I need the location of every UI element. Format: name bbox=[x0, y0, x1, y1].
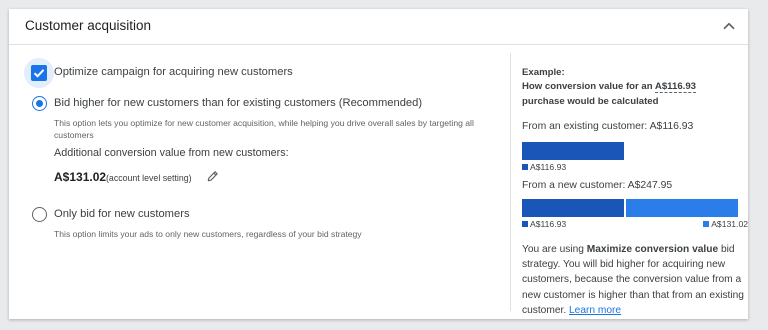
new-customer-base-bar bbox=[522, 199, 624, 217]
new-legend-extra-value: A$131.02 bbox=[711, 219, 748, 229]
legend-swatch-dark bbox=[522, 164, 528, 170]
learn-more-link[interactable]: Learn more bbox=[569, 305, 621, 316]
example-panel: Example: How conversion value for an A$1… bbox=[522, 45, 748, 319]
strategy-summary: You are using Maximize conversion value … bbox=[522, 242, 744, 318]
section-title: Customer acquisition bbox=[25, 18, 152, 33]
panel-divider bbox=[510, 53, 511, 311]
new-customer-label: From a new customer: A$247.95 bbox=[522, 180, 673, 191]
additional-value-label: Additional conversion value from new cus… bbox=[54, 147, 289, 159]
summary-strategy: Maximize conversion value bbox=[586, 244, 719, 255]
example-title: Example: bbox=[522, 67, 565, 78]
bid-higher-label[interactable]: Bid higher for new customers than for ex… bbox=[54, 97, 422, 109]
only-new-customers-description: This option limits your ads to only new … bbox=[54, 229, 362, 239]
summary-prefix: You are using bbox=[522, 244, 587, 255]
options-panel: Optimize campaign for acquiring new cust… bbox=[9, 45, 509, 319]
additional-value-amount: A$131.02 bbox=[54, 170, 107, 184]
example-amount: A$116.93 bbox=[654, 81, 696, 93]
example-line-1-prefix: How conversion value for an bbox=[522, 81, 655, 92]
chevron-up-icon[interactable] bbox=[720, 17, 738, 35]
new-legend-base-value: A$116.93 bbox=[530, 219, 567, 229]
optimize-new-customers-label[interactable]: Optimize campaign for acquiring new cust… bbox=[54, 66, 293, 78]
existing-legend: A$116.93 bbox=[522, 162, 566, 172]
bid-higher-description: This option lets you optimize for new cu… bbox=[54, 118, 474, 140]
existing-customer-label: From an existing customer: A$116.93 bbox=[522, 121, 694, 132]
only-new-customers-label[interactable]: Only bid for new customers bbox=[54, 208, 190, 220]
optimize-new-customers-checkbox[interactable] bbox=[31, 65, 47, 81]
example-line-1: How conversion value for an A$116.93 bbox=[522, 81, 696, 93]
legend-swatch-light bbox=[703, 221, 710, 227]
bid-higher-radio[interactable] bbox=[32, 96, 47, 111]
pencil-edit-icon[interactable] bbox=[206, 169, 220, 183]
account-level-note: (account level setting) bbox=[106, 173, 192, 183]
existing-customer-bar bbox=[522, 142, 624, 160]
new-legend-base: A$116.93 bbox=[522, 219, 566, 229]
legend-swatch-dark bbox=[522, 221, 528, 227]
new-legend-extra: A$131.02 bbox=[703, 219, 748, 229]
new-customer-extra-bar bbox=[625, 199, 738, 217]
checkmark-icon bbox=[33, 69, 45, 78]
customer-acquisition-card: Customer acquisition Optimize campaign f… bbox=[9, 9, 748, 319]
example-line-2: purchase would be calculated bbox=[522, 96, 659, 107]
section-header[interactable]: Customer acquisition bbox=[9, 9, 748, 45]
only-new-customers-radio[interactable] bbox=[32, 207, 47, 222]
existing-legend-value: A$116.93 bbox=[530, 162, 567, 172]
